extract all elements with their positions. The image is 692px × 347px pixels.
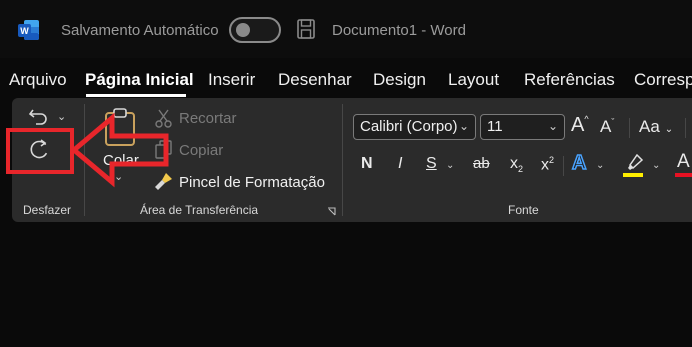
toolbar-divider — [629, 118, 630, 138]
toolbar-divider — [563, 156, 564, 176]
svg-text:W: W — [20, 26, 29, 36]
autosave-toggle[interactable] — [229, 17, 281, 43]
change-case-label: Aa — [639, 117, 660, 136]
tab-layout[interactable]: Layout — [448, 70, 499, 90]
autosave-label: Salvamento Automático — [61, 22, 219, 39]
chevron-down-icon: ⌄ — [458, 119, 469, 133]
chevron-down-icon[interactable]: ⌄ — [446, 160, 454, 171]
copy-button[interactable]: Copiar — [179, 142, 223, 159]
font-name-value: Calibri (Corpo) — [360, 118, 458, 135]
superscript-letter: x — [541, 156, 549, 174]
subscript-letter: x — [510, 155, 518, 172]
subscript-button[interactable]: x2 — [510, 155, 523, 174]
italic-button[interactable]: I — [398, 155, 402, 173]
word-app-icon: W — [18, 20, 39, 40]
undo-group-label: Desfazer — [23, 203, 72, 217]
tab-referencias[interactable]: Referências — [524, 70, 615, 90]
font-color-bar — [675, 173, 692, 177]
superscript-button[interactable]: x2 — [541, 155, 554, 174]
font-size-select[interactable]: 11 ⌄ — [480, 114, 565, 140]
highlighter-icon[interactable] — [623, 154, 645, 178]
font-size-value: 11 — [487, 118, 503, 135]
superscript-mark: 2 — [549, 155, 555, 165]
undo-icon[interactable] — [28, 106, 50, 126]
grow-font-icon[interactable]: A^ — [571, 114, 589, 137]
text-effects-icon[interactable]: A — [571, 151, 587, 175]
chevron-down-icon: ⌄ — [547, 119, 558, 133]
tab-pagina-inicial[interactable]: Página Inicial — [85, 70, 194, 90]
cut-button[interactable]: Recortar — [179, 110, 237, 127]
tab-arquivo[interactable]: Arquivo — [9, 70, 67, 90]
chevron-down-icon: ⌄ — [664, 124, 674, 135]
chevron-down-icon[interactable]: ⌄ — [652, 160, 660, 171]
annotation-arrow — [70, 112, 169, 188]
tab-inserir[interactable]: Inserir — [208, 70, 255, 90]
group-separator — [342, 104, 343, 216]
strikethrough-button[interactable]: ab — [473, 155, 490, 172]
active-tab-indicator — [86, 94, 186, 97]
tab-desenhar[interactable]: Desenhar — [278, 70, 352, 90]
toolbar-divider — [685, 118, 686, 138]
font-color-icon[interactable]: A — [677, 151, 690, 173]
save-icon[interactable] — [297, 19, 315, 39]
change-case-button[interactable]: Aa ⌄ — [639, 117, 673, 137]
subscript-mark: 2 — [518, 164, 524, 175]
bold-button[interactable]: N — [361, 155, 373, 173]
font-group-label: Fonte — [508, 203, 539, 217]
undo-dropdown-icon[interactable]: ⌄ — [57, 110, 66, 123]
annotation-highlight-box — [6, 128, 74, 174]
tab-design[interactable]: Design — [373, 70, 426, 90]
toggle-knob — [236, 23, 250, 37]
clipboard-group-label: Área de Transferência — [140, 203, 259, 217]
tab-correspondencias[interactable]: Corresp — [634, 70, 692, 90]
document-title: Documento1 - Word — [332, 22, 466, 39]
chevron-down-icon[interactable]: ⌄ — [596, 160, 604, 171]
font-name-select[interactable]: Calibri (Corpo) ⌄ — [353, 114, 476, 140]
clipboard-launcher-icon[interactable] — [327, 207, 336, 216]
format-painter-button[interactable]: Pincel de Formatação — [179, 174, 325, 191]
underline-button[interactable]: S — [426, 155, 437, 173]
shrink-font-icon[interactable]: Aˇ — [600, 117, 614, 137]
